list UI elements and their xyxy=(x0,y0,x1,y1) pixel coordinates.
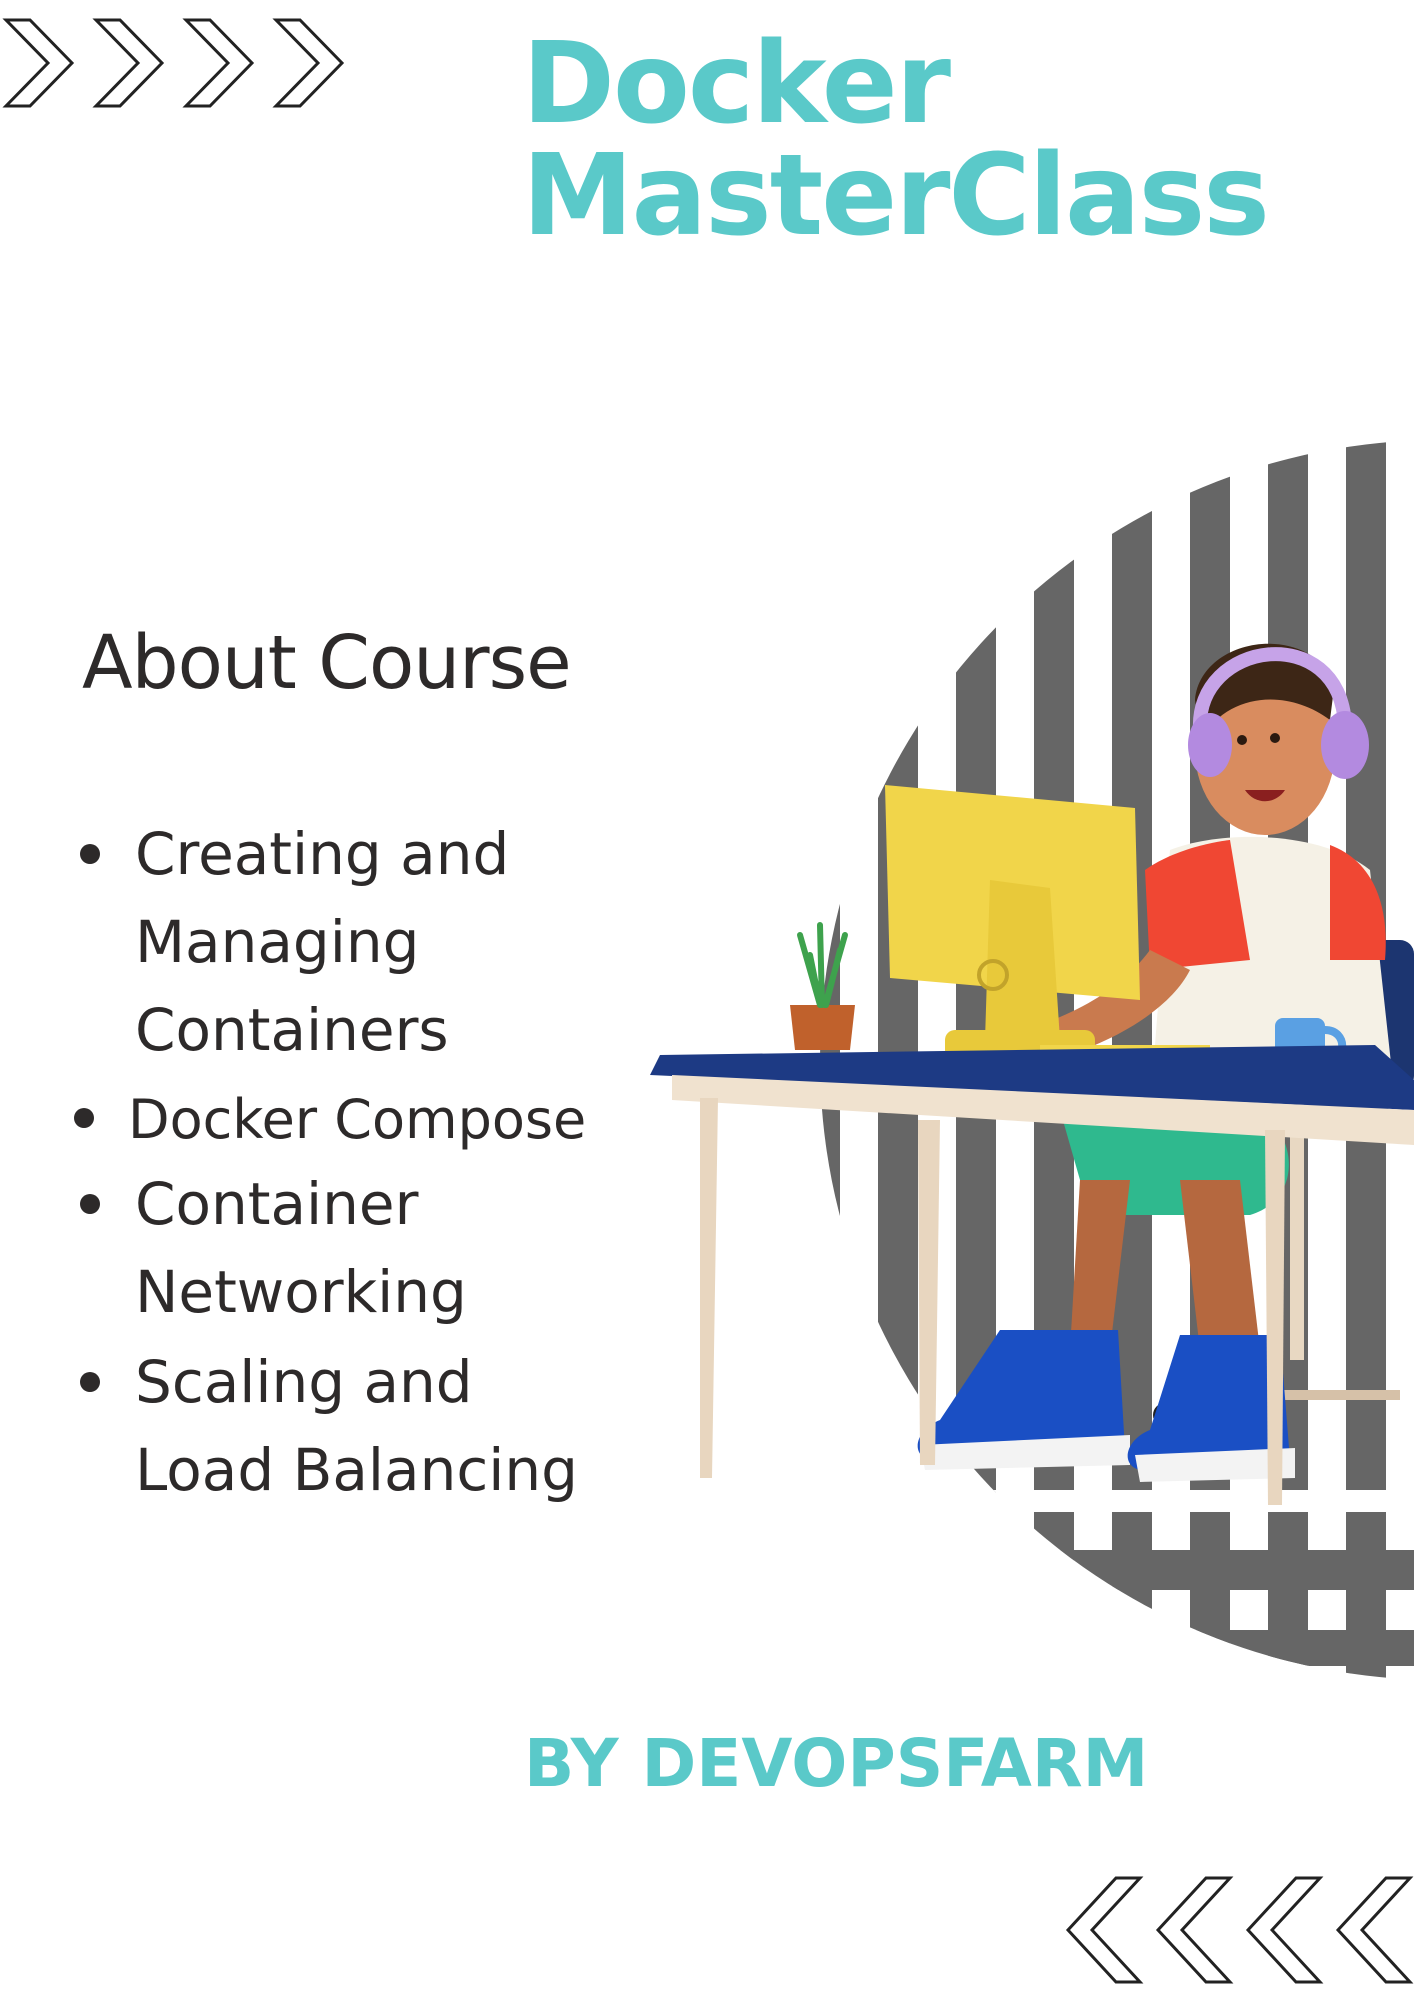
bullet-icon xyxy=(80,1372,100,1392)
list-item-line: Scaling and xyxy=(135,1348,473,1416)
chevron-right-icon xyxy=(272,18,345,108)
list-item-line: Docker Compose xyxy=(128,1088,587,1151)
bullet-icon xyxy=(74,1108,94,1128)
chevron-left-icons-bottom-right xyxy=(1065,1876,1414,1984)
chevron-right-icon xyxy=(92,18,165,108)
list-item-line: Managing xyxy=(135,908,420,976)
chevron-right-icon xyxy=(182,18,255,108)
chevron-right-icon xyxy=(2,18,75,108)
bullet-icon xyxy=(80,844,100,864)
chevron-left-icon xyxy=(1155,1876,1234,1984)
about-heading: About Course xyxy=(82,620,572,706)
list-item-line: Containers xyxy=(135,996,449,1064)
chevron-left-icon xyxy=(1245,1876,1324,1984)
title-line-1: Docker xyxy=(522,19,951,149)
author-byline: BY DEVOPSFARM xyxy=(524,1725,1149,1802)
list-item-line: Networking xyxy=(135,1258,467,1326)
chevron-left-icon xyxy=(1065,1876,1144,1984)
list-item-line: Creating and xyxy=(135,820,510,888)
page-title: Docker MasterClass xyxy=(522,19,1270,261)
chevron-right-icons-top-left xyxy=(2,18,345,108)
chevron-left-icon xyxy=(1335,1876,1414,1984)
list-item-line: Container xyxy=(135,1170,419,1238)
bullet-icon xyxy=(80,1194,100,1214)
list-item-line: Load Balancing xyxy=(135,1436,578,1504)
horizontal-stripes xyxy=(820,1490,1414,1666)
title-line-2: MasterClass xyxy=(522,131,1270,261)
